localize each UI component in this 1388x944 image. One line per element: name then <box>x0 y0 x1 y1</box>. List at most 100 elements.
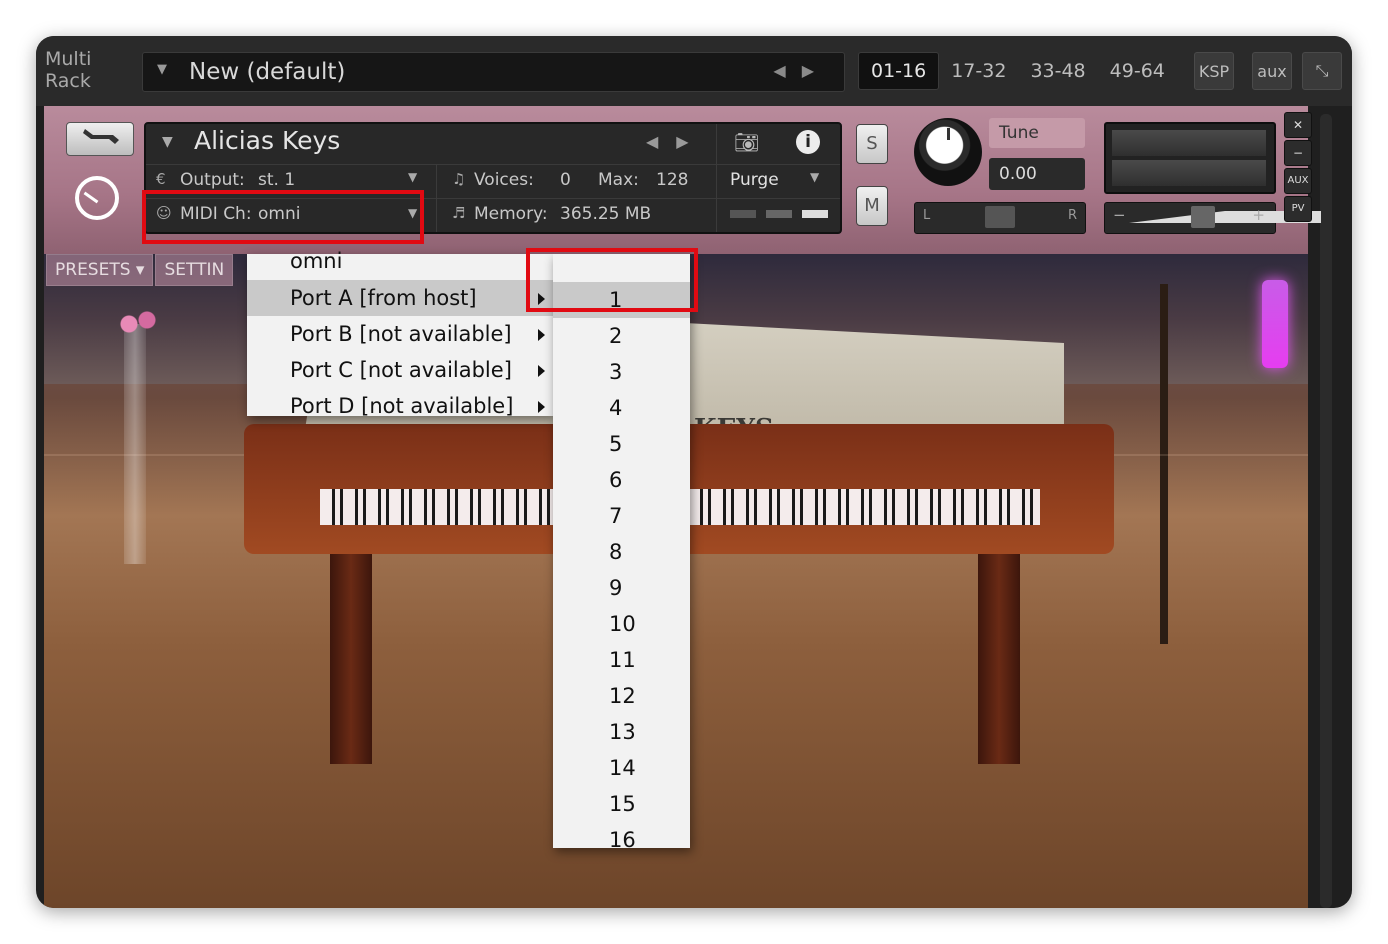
pv-button[interactable]: PV <box>1284 196 1312 222</box>
piano-leg <box>330 554 372 764</box>
ksp-button[interactable]: KSP <box>1194 52 1234 90</box>
tune-label: Tune <box>989 118 1085 148</box>
page-01-16[interactable]: 01-16 <box>858 52 940 90</box>
solo-button[interactable]: S <box>856 124 888 164</box>
channel-label: 7 <box>609 504 623 528</box>
tab-presets[interactable]: PRESETS ▾ <box>46 254 154 286</box>
menu-item-port-b[interactable]: Port B [not available] <box>247 316 553 352</box>
instrument-dropdown-icon[interactable]: ▼ <box>162 134 173 150</box>
page-33-48[interactable]: 33-48 <box>1018 52 1097 90</box>
memory-icon: ♬ <box>452 204 466 222</box>
max-voices-value[interactable]: 128 <box>656 170 688 190</box>
channel-item[interactable]: 6 <box>553 462 690 498</box>
channel-label: 16 <box>609 828 636 852</box>
wrench-icon[interactable] <box>66 122 134 156</box>
preset-dropdown-icon[interactable]: ▼ <box>157 62 167 77</box>
channel-item[interactable]: 11 <box>553 642 690 678</box>
pan-slider[interactable]: L R <box>914 202 1086 234</box>
channel-item[interactable]: 13 <box>553 714 690 750</box>
channel-submenu: 1 2 3 4 5 6 7 8 9 10 11 12 13 14 15 16 <box>553 254 690 852</box>
channel-item[interactable]: 3 <box>553 354 690 390</box>
page-17-32[interactable]: 17-32 <box>939 52 1018 90</box>
channel-item[interactable]: 8 <box>553 534 690 570</box>
purge-dropdown-icon[interactable]: ▼ <box>810 170 819 184</box>
channel-label: 13 <box>609 720 636 744</box>
meter-bar-left <box>1112 130 1266 156</box>
info-icon[interactable]: i <box>796 130 820 154</box>
output-label: Output: <box>180 170 245 190</box>
channel-label: 6 <box>609 468 623 492</box>
purge-indicator <box>802 210 828 218</box>
volume-slider[interactable]: − + <box>1104 202 1321 234</box>
channel-item[interactable]: 4 <box>553 390 690 426</box>
channel-page-tabs: 01-16 17-32 33-48 49-64 <box>858 52 1177 90</box>
meter-bar-right <box>1112 160 1266 186</box>
level-meter <box>1104 122 1276 194</box>
aux-button[interactable]: aux <box>1252 52 1292 90</box>
memory-label: Memory: <box>474 204 548 224</box>
minimize-icon[interactable]: − <box>1284 140 1312 166</box>
knob-indicator <box>947 128 950 140</box>
vase <box>124 324 146 564</box>
tune-knob[interactable] <box>914 118 982 186</box>
channel-item[interactable]: 2 <box>553 318 690 354</box>
tune-value[interactable]: 0.00 <box>989 158 1085 190</box>
rack-scrollbar[interactable] <box>1320 114 1332 908</box>
menu-item-label: Port C [not available] <box>290 358 512 382</box>
channel-item[interactable]: 9 <box>553 570 690 606</box>
kontakt-window: Multi Rack ▼ New (default) ◀▶ 01-16 17-3… <box>36 36 1352 908</box>
rack-label: Rack <box>45 70 91 92</box>
pan-handle[interactable] <box>985 206 1015 228</box>
collapse-icon[interactable]: ⤡ <box>1302 52 1342 90</box>
channel-item[interactable]: 12 <box>553 678 690 714</box>
channel-label: 5 <box>609 432 623 456</box>
max-label: Max: <box>598 170 639 190</box>
tab-settings[interactable]: SETTIN <box>155 254 234 286</box>
channel-item[interactable]: 14 <box>553 750 690 786</box>
channel-item[interactable]: 15 <box>553 786 690 822</box>
instrument-name: Alicias Keys <box>194 126 341 155</box>
purge-indicator <box>730 210 756 218</box>
preset-nav-arrows-icon[interactable]: ◀▶ <box>773 61 830 80</box>
lamp-stand <box>1160 284 1168 644</box>
divider <box>716 124 717 232</box>
aux-side-button[interactable]: AUX <box>1284 168 1312 194</box>
output-value[interactable]: st. 1 <box>258 170 295 190</box>
multi-preset-selector[interactable]: ▼ New (default) ◀▶ <box>142 52 845 92</box>
instrument-nav-arrows-icon[interactable]: ◀▶ <box>646 132 707 151</box>
voices-value: 0 <box>560 170 571 190</box>
close-icon[interactable]: ✕ <box>1284 112 1312 138</box>
midi-channel-menu: omni Port A [from host] Port B [not avai… <box>247 249 553 418</box>
multi-preset-name: New (default) <box>189 59 346 85</box>
voices-icon: ♫ <box>452 170 466 188</box>
channel-label: 12 <box>609 684 636 708</box>
purge-button[interactable]: Purge <box>730 170 779 190</box>
mute-button[interactable]: M <box>856 186 888 226</box>
output-dropdown-icon[interactable]: ▼ <box>408 170 417 184</box>
power-icon[interactable] <box>75 176 119 220</box>
menu-item-label: Port A [from host] <box>290 286 477 310</box>
menu-item-omni[interactable]: omni <box>247 246 553 276</box>
output-icon: € <box>156 170 166 188</box>
menu-item-port-a[interactable]: Port A [from host] <box>247 280 553 316</box>
menu-item-label: Port B [not available] <box>290 322 512 346</box>
pan-left-label: L <box>923 208 931 223</box>
channel-label: 14 <box>609 756 636 780</box>
voices-label: Voices: <box>474 170 534 190</box>
camera-icon[interactable]: 📷︎ <box>734 130 759 154</box>
volume-handle[interactable] <box>1191 206 1215 228</box>
channel-label: 11 <box>609 648 636 672</box>
menu-item-port-c[interactable]: Port C [not available] <box>247 352 553 388</box>
channel-item[interactable]: 10 <box>553 606 690 642</box>
menu-item-label: Port D [not available] <box>290 394 514 418</box>
pan-right-label: R <box>1067 208 1077 223</box>
highlight-box-midi-channel <box>142 190 424 244</box>
submenu-arrow-icon <box>538 365 545 377</box>
menu-item-port-d[interactable]: Port D [not available] <box>247 388 553 424</box>
multi-rack-label: Multi Rack <box>45 48 91 92</box>
channel-item[interactable]: 16 <box>553 822 690 858</box>
channel-item[interactable]: 7 <box>553 498 690 534</box>
page-49-64[interactable]: 49-64 <box>1098 52 1177 90</box>
channel-item[interactable]: 5 <box>553 426 690 462</box>
piano-leg <box>978 554 1020 764</box>
